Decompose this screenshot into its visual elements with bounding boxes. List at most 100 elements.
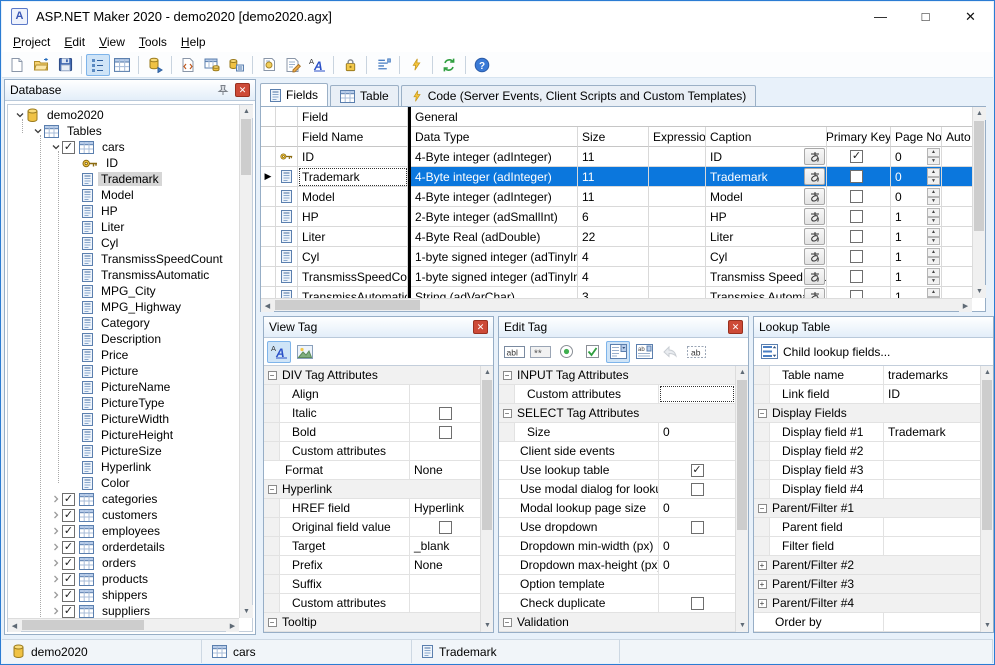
tree-item-field-PictureHeight[interactable]: PictureHeight [8,427,239,443]
cell-auto[interactable] [942,207,972,227]
menu-item-edit[interactable]: Edit [57,33,92,51]
new-project-button[interactable] [5,54,29,76]
cell-page-no[interactable]: 1▲▼ [891,227,942,247]
chevron-right-icon[interactable] [50,558,62,568]
tree-item-shippers[interactable]: ✓shippers [8,587,239,603]
cell-primary-key[interactable] [827,267,891,287]
grid-hscrollbar[interactable]: ◀ ▶ [261,298,972,311]
cell-expression[interactable] [649,247,706,267]
row-selector[interactable] [261,147,276,167]
cell-field-name[interactable]: Model [298,187,408,207]
chevron-right-icon[interactable] [50,494,62,504]
prop-value[interactable]: None [410,461,480,479]
prop-value[interactable]: trademarks [884,366,980,384]
cell-size[interactable]: 4 [578,247,649,267]
cell-size[interactable]: 11 [578,167,649,187]
cell-data-type[interactable]: 4-Byte Real (adDouble) [411,227,578,247]
table-checkbox[interactable]: ✓ [62,141,75,154]
cell-auto[interactable] [942,247,972,267]
child-lookup-fields-icon[interactable] [757,341,781,363]
table-checkbox[interactable]: ✓ [62,557,75,570]
cell-data-type[interactable]: 2-Byte integer (adSmallInt) [411,207,578,227]
cell-expression[interactable] [649,207,706,227]
tree-item-field-Hyperlink[interactable]: Hyperlink [8,459,239,475]
tree-item-demo2020[interactable]: demo2020 [8,107,239,123]
output-database-button[interactable] [143,54,167,76]
cell-data-type[interactable]: 1-byte signed integer (adTinyInt) [411,267,578,287]
multi-language-caption-button[interactable] [804,148,825,165]
collapse-icon[interactable]: − [499,366,515,384]
prop-group-validation[interactable]: −Validation [499,613,735,632]
prop-group-hyperlink[interactable]: −Hyperlink [264,480,480,499]
tree-item-field-Liter[interactable]: Liter [8,219,239,235]
collapse-icon[interactable]: − [264,366,280,384]
tree-item-suppliers[interactable]: ✓suppliers [8,603,239,618]
prop-value[interactable] [659,594,735,612]
cell-data-type[interactable]: 4-Byte integer (adInteger) [411,167,578,187]
prop-value[interactable] [884,480,980,498]
prop-value[interactable] [884,613,980,631]
page-no-spinner[interactable]: ▲▼ [927,208,940,225]
prop-checkbox[interactable] [439,407,452,420]
prop-value[interactable] [659,442,735,460]
cell-primary-key[interactable] [827,167,891,187]
tree-item-tables[interactable]: Tables [8,123,239,139]
column-header-auto[interactable]: Auto [942,127,972,147]
row-selector[interactable] [261,227,276,247]
cell-auto[interactable] [942,147,972,167]
field-settings-button[interactable] [257,54,281,76]
font-settings-button[interactable]: AA [305,54,329,76]
prop-value[interactable] [410,385,480,403]
image-icon[interactable] [293,341,317,363]
tree-item-field-PictureSize[interactable]: PictureSize [8,443,239,459]
collapse-icon[interactable]: − [499,613,515,631]
primary-key-checkbox[interactable]: ✓ [850,150,863,163]
cell-size[interactable]: 3 [578,287,649,298]
cell-data-type[interactable]: 1-byte signed integer (adTinyInt) [411,247,578,267]
multi-language-caption-button[interactable] [804,188,825,205]
tree-item-field-Color[interactable]: Color [8,475,239,491]
prop-value[interactable]: 0 [659,537,735,555]
tree-item-orderdetails[interactable]: ✓orderdetails [8,539,239,555]
cell-primary-key[interactable] [827,187,891,207]
collapse-icon[interactable]: − [264,480,280,498]
prop-value[interactable] [410,423,480,441]
prop-value[interactable] [410,404,480,422]
row-selector[interactable] [261,287,276,298]
pin-icon[interactable] [215,83,231,97]
cell-expression[interactable] [649,267,706,287]
database-pane-toggle-button[interactable] [86,54,110,76]
column-header-expression[interactable]: Expression [649,127,706,147]
tree-item-field-TransmissAutomatic[interactable]: TransmissAutomatic [8,267,239,283]
prop-group-display-fields[interactable]: −Display Fields [754,404,980,423]
primary-key-checkbox[interactable] [850,210,863,223]
prop-value[interactable]: _blank [410,537,480,555]
cell-data-type[interactable]: 4-Byte integer (adInteger) [411,187,578,207]
chevron-right-icon[interactable] [50,510,62,520]
cell-caption[interactable]: Trademark [706,167,827,187]
synchronize-button[interactable] [437,54,461,76]
prop-value[interactable] [410,594,480,612]
help-button[interactable]: ? [470,54,494,76]
column-header-size[interactable]: Size [578,127,649,147]
cell-auto[interactable] [942,167,972,187]
cell-size[interactable]: 4 [578,267,649,287]
tree-item-field-ID[interactable]: ID [8,155,239,171]
prop-value[interactable] [884,518,980,536]
view-tag-close-icon[interactable]: ✕ [473,320,488,334]
checkbox-icon[interactable] [580,341,604,363]
tree-item-field-TransmissSpeedCount[interactable]: TransmissSpeedCount [8,251,239,267]
edit-tag-close-icon[interactable]: ✕ [728,320,743,334]
maximize-button[interactable]: □ [903,2,948,31]
prop-checkbox[interactable] [691,483,704,496]
tree-item-field-MPG_Highway[interactable]: MPG_Highway [8,299,239,315]
chevron-right-icon[interactable] [50,606,62,616]
cell-field-name[interactable]: HP [298,207,408,227]
tree-item-field-PictureWidth[interactable]: PictureWidth [8,411,239,427]
prop-checkbox[interactable] [439,521,452,534]
prop-value[interactable]: None [410,556,480,574]
prop-group-parent-filter-3[interactable]: +Parent/Filter #3 [754,575,980,594]
cell-data-type[interactable]: String (adVarChar) [411,287,578,298]
chevron-right-icon[interactable] [50,574,62,584]
table-checkbox[interactable]: ✓ [62,589,75,602]
